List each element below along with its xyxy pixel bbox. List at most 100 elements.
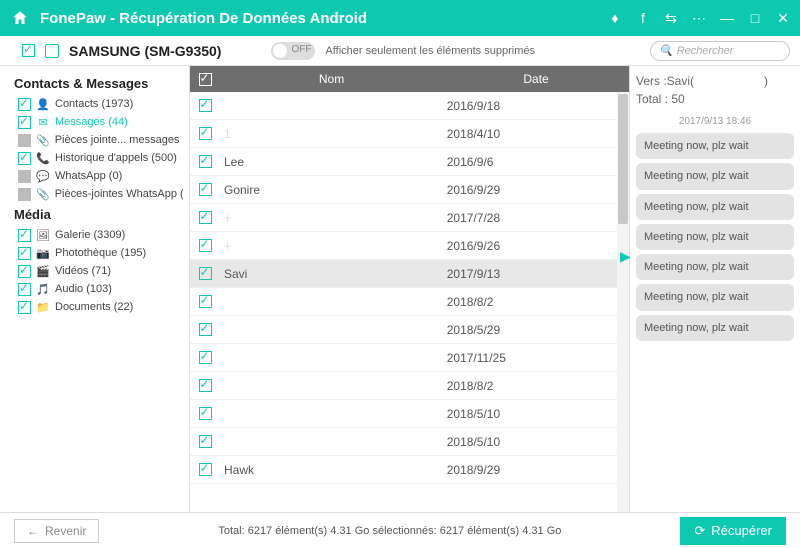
- sidebar-item[interactable]: 📞Historique d'appels (500): [18, 149, 183, 167]
- search-input[interactable]: 🔍 Rechercher: [650, 41, 790, 61]
- maximize-icon[interactable]: □: [744, 7, 766, 29]
- table-row[interactable]: 2017/11/25: [190, 344, 629, 372]
- close-icon[interactable]: ✕: [772, 7, 794, 29]
- sidebar-item[interactable]: 🎬Vidéos (71): [18, 262, 183, 280]
- sidebar-item-checkbox[interactable]: [18, 170, 31, 183]
- device-checkbox[interactable]: [22, 44, 35, 57]
- preview-to: Vers :Savi(): [636, 74, 794, 88]
- sidebar-item-label: Messages (44): [55, 116, 128, 128]
- home-icon[interactable]: [6, 4, 34, 32]
- message-bubble[interactable]: Meeting now, plz wait: [636, 194, 794, 220]
- diamond-icon[interactable]: ♦: [604, 7, 626, 29]
- back-button[interactable]: ← Revenir: [14, 519, 99, 543]
- table-row[interactable]: 2018/5/10: [190, 400, 629, 428]
- message-bubble[interactable]: Meeting now, plz wait: [636, 315, 794, 341]
- row-checkbox[interactable]: [199, 267, 212, 280]
- sidebar-item[interactable]: ✉Messages (44): [18, 113, 183, 131]
- table-row[interactable]: +2016/9/26: [190, 232, 629, 260]
- recover-button[interactable]: ⟳ Récupérer: [680, 517, 786, 545]
- cell-date: 2018/5/29: [443, 323, 629, 337]
- row-checkbox[interactable]: [199, 435, 212, 448]
- row-checkbox[interactable]: [199, 239, 212, 252]
- sidebar-item-label: Audio (103): [55, 283, 112, 295]
- sidebar-item[interactable]: 📁Documents (22): [18, 298, 183, 316]
- col-nom[interactable]: Nom: [220, 72, 443, 86]
- menu-icon[interactable]: ⋯: [688, 7, 710, 29]
- sidebar-group-header: Contacts & Messages: [14, 76, 183, 91]
- table-row[interactable]: Gonire2016/9/29: [190, 176, 629, 204]
- sidebar-item-checkbox[interactable]: [18, 301, 31, 314]
- sidebar-item-checkbox[interactable]: [18, 134, 31, 147]
- message-bubble[interactable]: Meeting now, plz wait: [636, 133, 794, 159]
- sidebar-item-label: Photothèque (195): [55, 247, 146, 259]
- sidebar-item-checkbox[interactable]: [18, 98, 31, 111]
- row-checkbox[interactable]: [199, 407, 212, 420]
- cell-date: 2016/9/6: [443, 155, 629, 169]
- sidebar-item[interactable]: 💬WhatsApp (0): [18, 167, 183, 185]
- cell-nom: Hawk: [220, 463, 443, 477]
- row-checkbox[interactable]: [199, 379, 212, 392]
- scrollbar-thumb[interactable]: [618, 94, 628, 224]
- col-date[interactable]: Date: [443, 72, 629, 86]
- sidebar-item-icon: 🎬: [36, 264, 50, 278]
- table-row[interactable]: 2018/8/2: [190, 372, 629, 400]
- sidebar-item[interactable]: 📎Pièces jointe... messages (0): [18, 131, 183, 149]
- sidebar-item-icon: 📁: [36, 300, 50, 314]
- table-row[interactable]: Hawk2018/9/29: [190, 456, 629, 484]
- sidebar-item-checkbox[interactable]: [18, 116, 31, 129]
- message-bubble[interactable]: Meeting now, plz wait: [636, 224, 794, 250]
- sidebar-item-checkbox[interactable]: [18, 247, 31, 260]
- sidebar-item-checkbox[interactable]: [18, 229, 31, 242]
- table-row[interactable]: 2018/5/10: [190, 428, 629, 456]
- sidebar-item-checkbox[interactable]: [18, 152, 31, 165]
- sidebar-item-checkbox[interactable]: [18, 188, 31, 201]
- table-row[interactable]: 12018/4/10: [190, 120, 629, 148]
- preview-arrow-icon: ▶: [620, 248, 631, 265]
- row-checkbox[interactable]: [199, 351, 212, 364]
- sidebar-item-checkbox[interactable]: [18, 283, 31, 296]
- sidebar-item[interactable]: 📷Photothèque (195): [18, 244, 183, 262]
- table-row[interactable]: 2018/5/29: [190, 316, 629, 344]
- row-checkbox[interactable]: [199, 463, 212, 476]
- row-checkbox[interactable]: [199, 127, 212, 140]
- sidebar-item-icon: 📞: [36, 151, 50, 165]
- sidebar-item[interactable]: 🖼Galerie (3309): [18, 226, 183, 244]
- cell-date: 2018/8/2: [443, 295, 629, 309]
- scrollbar-track[interactable]: [617, 92, 629, 512]
- cell-date: 2016/9/18: [443, 99, 629, 113]
- deleted-toggle[interactable]: OFF: [271, 42, 315, 60]
- sidebar-item-label: Pièces jointe... messages (0): [55, 134, 183, 146]
- row-checkbox[interactable]: [199, 211, 212, 224]
- titlebar: FonePaw - Récupération De Données Androi…: [0, 0, 800, 36]
- row-checkbox[interactable]: [199, 155, 212, 168]
- row-checkbox[interactable]: [199, 183, 212, 196]
- sidebar-item[interactable]: 👤Contacts (1973): [18, 95, 183, 113]
- minimize-icon[interactable]: —: [716, 7, 738, 29]
- sidebar-item-icon: 🎵: [36, 282, 50, 296]
- cell-date: 2016/9/29: [443, 183, 629, 197]
- sidebar-item-checkbox[interactable]: [18, 265, 31, 278]
- message-bubble[interactable]: Meeting now, plz wait: [636, 254, 794, 280]
- facebook-icon[interactable]: f: [632, 7, 654, 29]
- sidebar-item[interactable]: 🎵 Audio (103): [18, 280, 183, 298]
- table-row[interactable]: Savi2017/9/13: [190, 260, 629, 288]
- cell-date: 2018/5/10: [443, 407, 629, 421]
- cell-nom: +: [220, 211, 443, 225]
- toolbar: SAMSUNG (SM-G9350) OFF Afficher seulemen…: [0, 36, 800, 66]
- row-checkbox[interactable]: [199, 99, 212, 112]
- row-checkbox[interactable]: [199, 295, 212, 308]
- table-row[interactable]: 2018/8/2: [190, 288, 629, 316]
- table-row[interactable]: 2016/9/18: [190, 92, 629, 120]
- app-title: FonePaw - Récupération De Données Androi…: [40, 10, 604, 27]
- table-row[interactable]: Lee2016/9/6: [190, 148, 629, 176]
- sidebar-item[interactable]: 📎Pièces-jointes WhatsApp (0): [18, 185, 183, 203]
- feedback-icon[interactable]: ⇆: [660, 7, 682, 29]
- refresh-icon: ⟳: [694, 523, 705, 539]
- cell-date: 2016/9/26: [443, 239, 629, 253]
- select-all-checkbox[interactable]: [199, 73, 212, 86]
- message-bubble[interactable]: Meeting now, plz wait: [636, 284, 794, 310]
- footer-status: Total: 6217 élément(s) 4.31 Go sélection…: [113, 525, 666, 537]
- row-checkbox[interactable]: [199, 323, 212, 336]
- table-row[interactable]: +2017/7/28: [190, 204, 629, 232]
- message-bubble[interactable]: Meeting now, plz wait: [636, 163, 794, 189]
